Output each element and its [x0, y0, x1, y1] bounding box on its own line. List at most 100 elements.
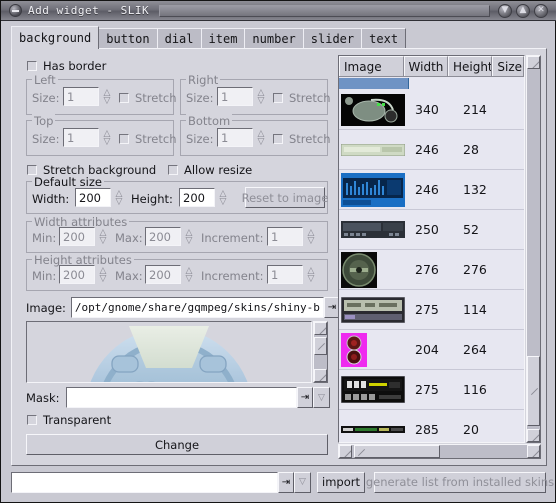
tab-item[interactable]: item [200, 28, 246, 49]
row-width: 275 [415, 302, 439, 317]
table-row[interactable]: 246 132 [339, 170, 524, 210]
image-list[interactable]: Image Width Height Size 340 214 246 28 2… [338, 55, 525, 443]
row-height: 20 [463, 422, 479, 437]
has-border-checkbox[interactable]: Has border [27, 59, 106, 73]
height-max-input[interactable]: 200 [145, 265, 181, 284]
change-button[interactable]: Change [26, 434, 328, 455]
width-min-input[interactable]: 200 [59, 227, 95, 246]
title-bar[interactable]: Add widget - SLIK ▼ ▲ ✕ [1, 1, 556, 21]
tab-slider[interactable]: slider [302, 28, 363, 49]
width-max-input[interactable]: 200 [145, 227, 181, 246]
default-width-stepper[interactable]: △ ▽ [114, 188, 124, 207]
preview-scroll-down-button[interactable] [314, 369, 327, 382]
tab-dial[interactable]: dial [156, 28, 202, 49]
list-horizontal-scrollbar[interactable] [338, 444, 541, 459]
column-header-size[interactable]: Size [492, 56, 524, 76]
default-width-input[interactable]: 200 [75, 188, 111, 207]
default-height-input[interactable]: 200 [179, 188, 215, 207]
image-path-input[interactable]: /opt/gnome/share/gqmpeg/skins/shiny-b [70, 297, 324, 318]
skin-path-input[interactable] [11, 471, 278, 493]
right-stretch-checkbox[interactable]: Stretch [273, 91, 330, 105]
table-row[interactable]: 276 276 [339, 250, 524, 290]
column-header-image[interactable]: Image [339, 56, 404, 76]
table-row[interactable]: 340 214 [339, 90, 524, 130]
default-height-stepper[interactable]: △ ▽ [218, 188, 228, 207]
left-stretch-checkbox[interactable]: Stretch [119, 91, 176, 105]
height-increment-input[interactable]: 1 [267, 265, 303, 284]
table-row[interactable]: 246 28 [339, 130, 524, 170]
table-row[interactable]: 275 116 [339, 370, 524, 410]
tab-background[interactable]: background [11, 26, 100, 49]
height-min-stepper[interactable]: △ ▽ [98, 265, 108, 284]
bottom-size-stepper[interactable]: △ ▽ [256, 128, 266, 147]
height-increment-stepper[interactable]: △ ▽ [306, 265, 316, 284]
window-menu-icon[interactable] [9, 4, 22, 17]
maximize-button[interactable]: ▲ [516, 3, 530, 18]
left-size-label: Size: [32, 91, 60, 105]
row-width: 285 [415, 422, 439, 437]
stepper-down-icon: ▽ [185, 273, 193, 284]
close-button[interactable]: ✕ [534, 3, 548, 18]
minimize-button[interactable]: ▼ [498, 3, 512, 18]
height-increment-label: Increment: [201, 269, 264, 283]
height-max-stepper[interactable]: △ ▽ [184, 265, 194, 284]
mask-path-complete-icon[interactable]: ⇥ [297, 387, 313, 408]
width-increment-stepper[interactable]: △ ▽ [306, 227, 316, 246]
list-row-partial[interactable] [339, 78, 524, 90]
row-width: 340 [415, 102, 439, 117]
allow-resize-checkbox[interactable]: Allow resize [168, 163, 252, 177]
bottom-stretch-checkbox[interactable]: Stretch [273, 132, 330, 146]
list-scroll-left-button[interactable] [339, 445, 352, 458]
height-min-input[interactable]: 200 [59, 265, 95, 284]
table-row[interactable]: 275 114 [339, 290, 524, 330]
generate-list-button[interactable]: generate list from installed skins [366, 471, 554, 493]
skin-path-dropdown-icon[interactable]: ▽ [294, 471, 311, 493]
row-thumbnail [339, 143, 409, 156]
stepper-down-icon: ▽ [307, 235, 315, 246]
tab-button[interactable]: button [98, 28, 158, 49]
list-scroll-up-button[interactable] [527, 56, 540, 69]
table-row[interactable]: 250 52 [339, 210, 524, 250]
checkbox-box [119, 134, 129, 144]
tab-number[interactable]: number [244, 28, 304, 49]
list-vertical-scroll-thumb[interactable] [527, 356, 540, 426]
reset-to-image-button[interactable]: Reset to image [242, 187, 328, 208]
tab-text[interactable]: text [361, 28, 407, 49]
table-row[interactable]: 204 264 [339, 330, 524, 370]
transparent-checkbox[interactable]: Transparent [27, 413, 111, 427]
right-stretch-label: Stretch [289, 91, 331, 105]
stepper-down-icon: ▽ [257, 136, 265, 147]
column-header-height[interactable]: Height [447, 56, 493, 76]
list-scroll-down-button[interactable] [527, 429, 540, 442]
checkbox-box [27, 61, 37, 71]
skin-preview-graphic: GQmpeg [90, 326, 248, 382]
top-stretch-checkbox[interactable]: Stretch [119, 132, 176, 146]
top-size-input[interactable]: 1 [63, 128, 99, 147]
list-horizontal-scroll-thumb[interactable] [354, 445, 440, 458]
width-min-stepper[interactable]: △ ▽ [98, 227, 108, 246]
bottom-size-input[interactable]: 1 [217, 128, 253, 147]
left-size-input[interactable]: 1 [63, 87, 99, 106]
top-size-stepper[interactable]: △ ▽ [102, 128, 112, 147]
table-row[interactable]: 285 20 [339, 410, 524, 442]
skin-path-complete-icon[interactable]: ⇥ [278, 471, 294, 493]
list-scroll-right-button[interactable] [527, 445, 540, 458]
width-max-stepper[interactable]: △ ▽ [184, 227, 194, 246]
preview-scroll-thumb[interactable] [314, 337, 327, 355]
preview-scroll-up-button[interactable] [314, 322, 327, 335]
width-increment-input[interactable]: 1 [267, 227, 303, 246]
preview-vertical-scrollbar[interactable] [313, 321, 328, 383]
mask-path-dropdown-icon[interactable]: ▽ [313, 387, 330, 408]
import-button[interactable]: import [317, 471, 365, 493]
mask-path-input[interactable] [65, 387, 297, 408]
tab-bar: background button dial item number slide… [11, 26, 407, 49]
column-header-width[interactable]: Width [403, 56, 448, 76]
left-size-stepper[interactable]: △ ▽ [102, 87, 112, 106]
right-size-input[interactable]: 1 [217, 87, 253, 106]
stepper-down-icon: ▽ [99, 235, 107, 246]
right-size-stepper[interactable]: △ ▽ [256, 87, 266, 106]
titlebar-drag-area[interactable] [159, 4, 490, 17]
transparent-label: Transparent [43, 413, 112, 427]
row-height: 132 [463, 182, 487, 197]
list-vertical-scrollbar[interactable] [526, 55, 541, 443]
